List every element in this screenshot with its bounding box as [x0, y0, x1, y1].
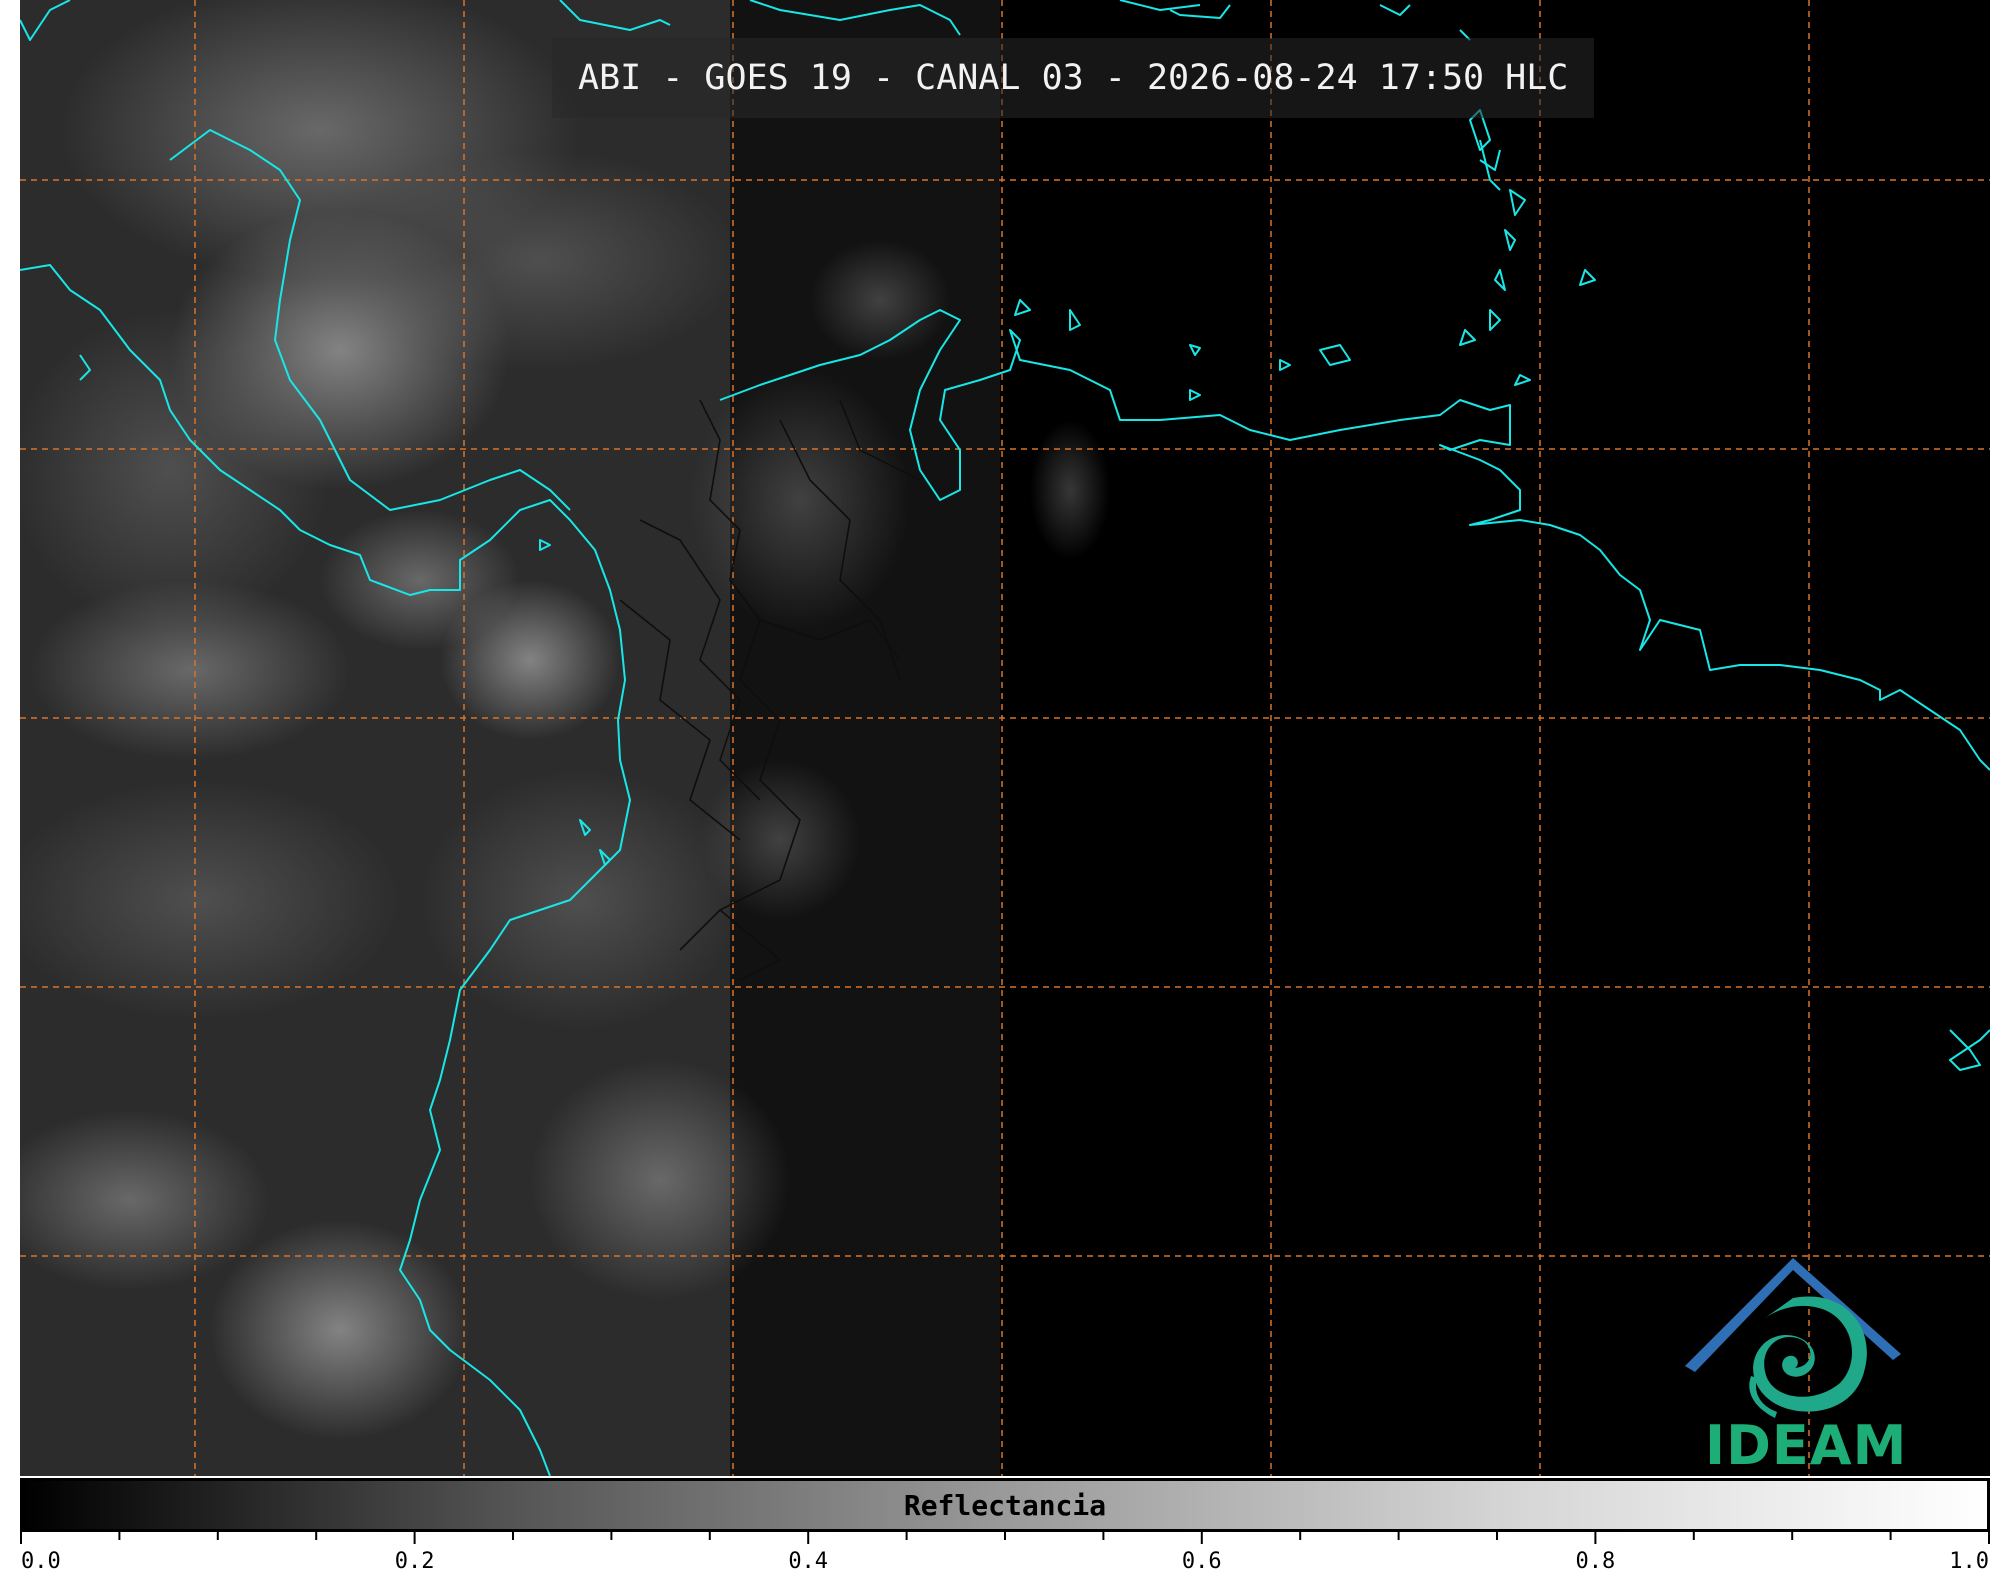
colorbar-tick-label: 0.4: [788, 1549, 828, 1574]
twilight-region: [730, 0, 1000, 1476]
colorbar-tick-label: 0.6: [1182, 1549, 1222, 1574]
colorbar-tick-label: 0.2: [395, 1549, 435, 1574]
colorbar: Reflectancia: [20, 1478, 1990, 1532]
logo-swirl-icon: [1753, 1296, 1867, 1412]
colorbar-tick-label: 1.0: [1949, 1549, 1989, 1574]
colorbar-axis: 0.0 0.2 0.4 0.6 0.8 1.0: [20, 1532, 1990, 1574]
colorbar-tick-labels: 0.0 0.2 0.4 0.6 0.8 1.0: [21, 1549, 1989, 1574]
logo-roof-icon: [1685, 1258, 1901, 1372]
logo-text: IDEAM: [1705, 1414, 1908, 1476]
colorbar-tick-label: 0.0: [21, 1549, 61, 1574]
colorbar-tick-label: 0.8: [1576, 1549, 1616, 1574]
colorbar-ticks: [20, 1532, 1990, 1544]
colorbar-label: Reflectancia: [903, 1489, 1107, 1522]
satellite-map: ABI - GOES 19 - CANAL 03 - 2026-08-24 17…: [20, 0, 1990, 1476]
image-title: ABI - GOES 19 - CANAL 03 - 2026-08-24 17…: [552, 38, 1595, 118]
